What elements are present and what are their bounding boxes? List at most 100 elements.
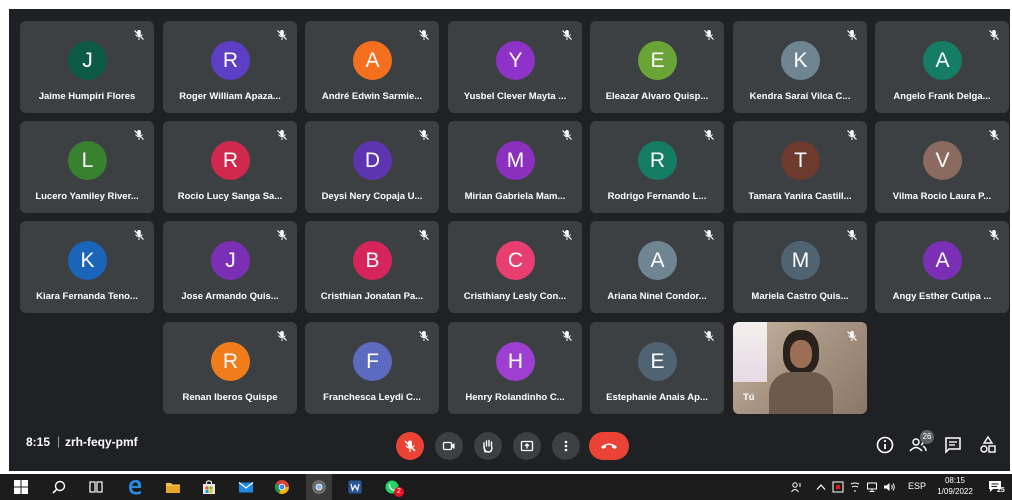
chrome-active-icon: [312, 480, 326, 494]
participant-avatar: H: [496, 342, 535, 381]
language-indicator[interactable]: ESP: [908, 481, 926, 491]
participant-avatar: A: [923, 241, 962, 280]
participant-name: Mirian Gabriela Mam...: [464, 191, 566, 202]
taskbar-search[interactable]: [46, 474, 72, 500]
participant-avatar: K: [781, 41, 820, 80]
mic-off-icon: [404, 440, 416, 452]
present-screen-button[interactable]: [513, 432, 541, 460]
chat-icon[interactable]: [943, 435, 963, 455]
participant-tile[interactable]: B Cristhian Jonatan Pa...: [305, 221, 439, 313]
mic-off-icon: [277, 230, 287, 240]
camera-toggle-button[interactable]: [435, 432, 463, 460]
participant-avatar: C: [496, 241, 535, 280]
taskbar-app-word[interactable]: [342, 474, 368, 500]
taskbar-clock[interactable]: 08:15 1/09/2022: [935, 475, 975, 497]
taskbar-app-explorer[interactable]: [160, 474, 186, 500]
taskbar-app-mail[interactable]: [233, 474, 259, 500]
hand-icon: [483, 439, 493, 453]
participant-name: Angy Esther Cutipa ...: [892, 291, 992, 302]
participant-tile[interactable]: K Kendra Saraí Vilca C...: [733, 21, 867, 113]
activities-icon[interactable]: [978, 435, 998, 455]
windows-taskbar: 2 ESP 08:15 1/09/2022 25: [0, 474, 1012, 500]
participant-tile[interactable]: A Angelo Frank Delga...: [875, 21, 1009, 113]
participant-tile[interactable]: T Tamara Yanira Castill...: [733, 121, 867, 213]
mic-off-icon: [989, 30, 999, 40]
participant-tile[interactable]: A André Edwin Sarmie...: [305, 21, 439, 113]
taskbar-app-chrome[interactable]: [269, 474, 295, 500]
people-tray-icon[interactable]: [790, 481, 802, 493]
participant-name: Kiara Fernanda Teno...: [36, 291, 138, 302]
mic-off-icon: [419, 331, 429, 341]
task-view-button[interactable]: [83, 474, 109, 500]
participant-avatar: A: [638, 241, 677, 280]
raise-hand-button[interactable]: [474, 432, 502, 460]
meet-window: Tú J Jaime Humpiri Flores R Roger William A…: [9, 9, 1010, 471]
participant-tile[interactable]: E Estephanie Anais Ap...: [590, 322, 724, 414]
participant-name: Cristhian Jonatan Pa...: [320, 291, 424, 302]
participant-avatar: Y: [496, 41, 535, 80]
participant-avatar: R: [638, 141, 677, 180]
participant-tile[interactable]: K Kiara Fernanda Teno...: [20, 221, 154, 313]
mic-off-icon: [277, 130, 287, 140]
security-tray-icon[interactable]: [832, 481, 844, 493]
participant-tile[interactable]: D Deysi Nery Copaja U...: [305, 121, 439, 213]
participant-tile[interactable]: J Jose Armando Quis...: [163, 221, 297, 313]
participant-tile[interactable]: F Franchesca Leydi C...: [305, 322, 439, 414]
participant-name: Angelo Frank Delga...: [893, 91, 991, 102]
meeting-control-bar: 8:15 | zrh-feqy-pmf 26: [9, 419, 1010, 471]
participant-avatar: K: [68, 241, 107, 280]
edge-icon: [129, 480, 142, 495]
search-icon: [52, 480, 66, 494]
participant-tile[interactable]: M Mirian Gabriela Mam...: [448, 121, 582, 213]
mic-off-icon: [847, 331, 857, 341]
more-options-button[interactable]: [552, 432, 580, 460]
participant-tile[interactable]: Y Yusbel Clever Mayta ...: [448, 21, 582, 113]
participant-tile[interactable]: A Ariana Ninel Condor...: [590, 221, 724, 313]
participant-tile[interactable]: J Jaime Humpiri Flores: [20, 21, 154, 113]
participant-avatar: R: [211, 41, 250, 80]
bluetooth-tray-icon[interactable]: [849, 481, 861, 493]
participant-avatar: B: [353, 241, 392, 280]
end-call-button[interactable]: [589, 432, 629, 460]
participant-tile[interactable]: E Eleazar Alvaro Quisp...: [590, 21, 724, 113]
meeting-separator: |: [57, 434, 61, 448]
participant-tile[interactable]: R Renan Iberos Quispe: [163, 322, 297, 414]
participant-tile[interactable]: R Rocio Lucy Sanga Sa...: [163, 121, 297, 213]
participant-name: Ariana Ninel Condor...: [607, 291, 707, 302]
mic-off-icon: [562, 130, 572, 140]
start-button[interactable]: [8, 474, 34, 500]
participant-tile[interactable]: V Vilma Rocio Laura P...: [875, 121, 1009, 213]
taskbar-app-whatsapp[interactable]: 2: [379, 474, 405, 500]
participant-tile[interactable]: L Lucero Yamiley River...: [20, 121, 154, 213]
mic-off-icon: [704, 30, 714, 40]
participant-tile[interactable]: R Roger William Apaza...: [163, 21, 297, 113]
network-tray-icon[interactable]: [866, 481, 878, 493]
participant-tile[interactable]: C Cristhiany Lesly Con...: [448, 221, 582, 313]
volume-tray-icon[interactable]: [883, 481, 896, 493]
clock-date: 1/09/2022: [937, 487, 973, 496]
task-view-icon: [89, 481, 103, 493]
taskbar-app-store[interactable]: [196, 474, 222, 500]
participant-name: Cristhiany Lesly Con...: [463, 291, 567, 302]
participant-avatar: F: [353, 342, 392, 381]
participant-name: Lucero Yamiley River...: [35, 191, 139, 202]
chevron-up-icon[interactable]: [816, 483, 826, 491]
taskbar-app-edge[interactable]: [122, 474, 148, 500]
mic-toggle-button[interactable]: [396, 432, 424, 460]
taskbar-app-chrome-active[interactable]: [306, 474, 332, 500]
participant-name: Jaime Humpiri Flores: [38, 91, 136, 102]
self-video-tile[interactable]: Tú: [733, 322, 867, 414]
participant-tile[interactable]: R Rodrigo Fernando L...: [590, 121, 724, 213]
notification-count: 25: [997, 487, 1005, 494]
participant-tile[interactable]: M Mariela Castro Quis...: [733, 221, 867, 313]
participant-avatar: A: [353, 41, 392, 80]
participant-tile[interactable]: A Angy Esther Cutipa ...: [875, 221, 1009, 313]
mic-off-icon: [704, 230, 714, 240]
participant-avatar: D: [353, 141, 392, 180]
people-count-badge: 26: [920, 430, 934, 444]
present-icon: [520, 440, 534, 452]
meeting-info-icon[interactable]: [875, 435, 895, 455]
participant-name: Renan Iberos Quispe: [182, 392, 278, 403]
participant-tile[interactable]: H Henry Rolandinho C...: [448, 322, 582, 414]
mic-off-icon: [134, 130, 144, 140]
